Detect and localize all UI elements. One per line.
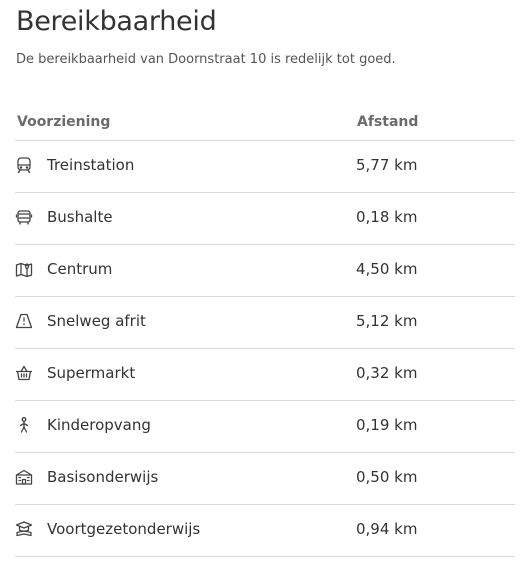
accessibility-panel: Bereikbaarheid De bereikbaarheid van Doo…: [0, 0, 530, 565]
table-row: Basisonderwijs 0,50 km: [15, 453, 515, 505]
row-distance: 4,50 km: [356, 260, 418, 278]
row-name: Supermarkt: [47, 364, 136, 382]
row-name: Treinstation: [47, 156, 135, 174]
highway-icon: [15, 312, 33, 330]
table-row: Treinstation 5,77 km: [15, 141, 515, 193]
row-distance: 5,12 km: [356, 312, 418, 330]
row-name: Snelweg afrit: [47, 312, 146, 330]
row-name: Bushalte: [47, 208, 113, 226]
train-icon: [15, 156, 33, 174]
facilities-table: Voorziening Afstand Treinstation 5,77 km: [15, 104, 515, 557]
table-row: Centrum 4,50 km: [15, 245, 515, 297]
child-icon: [15, 416, 33, 434]
table-row: Voortgezetonderwijs 0,94 km: [15, 505, 515, 557]
row-name: Basisonderwijs: [47, 468, 159, 486]
row-distance: 0,19 km: [356, 416, 418, 434]
table-header: Voorziening Afstand: [15, 104, 515, 141]
row-distance: 0,18 km: [356, 208, 418, 226]
page-subtitle: De bereikbaarheid van Doornstraat 10 is …: [16, 52, 396, 67]
row-name: Centrum: [47, 260, 113, 278]
row-name: Voortgezetonderwijs: [47, 520, 201, 538]
table-row: Bushalte 0,18 km: [15, 193, 515, 245]
row-distance: 0,50 km: [356, 468, 418, 486]
column-header-distance: Afstand: [357, 114, 419, 130]
page-title: Bereikbaarheid: [16, 6, 217, 37]
row-name: Kinderopvang: [47, 416, 151, 434]
basket-icon: [15, 364, 33, 382]
column-header-facility: Voorziening: [17, 114, 111, 130]
table-row: Supermarkt 0,32 km: [15, 349, 515, 401]
graduation-icon: [15, 520, 33, 538]
school-icon: [15, 468, 33, 486]
table-row: Kinderopvang 0,19 km: [15, 401, 515, 453]
row-distance: 5,77 km: [356, 156, 418, 174]
bus-icon: [15, 208, 33, 226]
map-icon: [15, 260, 33, 278]
row-distance: 0,32 km: [356, 364, 418, 382]
table-row: Snelweg afrit 5,12 km: [15, 297, 515, 349]
row-distance: 0,94 km: [356, 520, 418, 538]
